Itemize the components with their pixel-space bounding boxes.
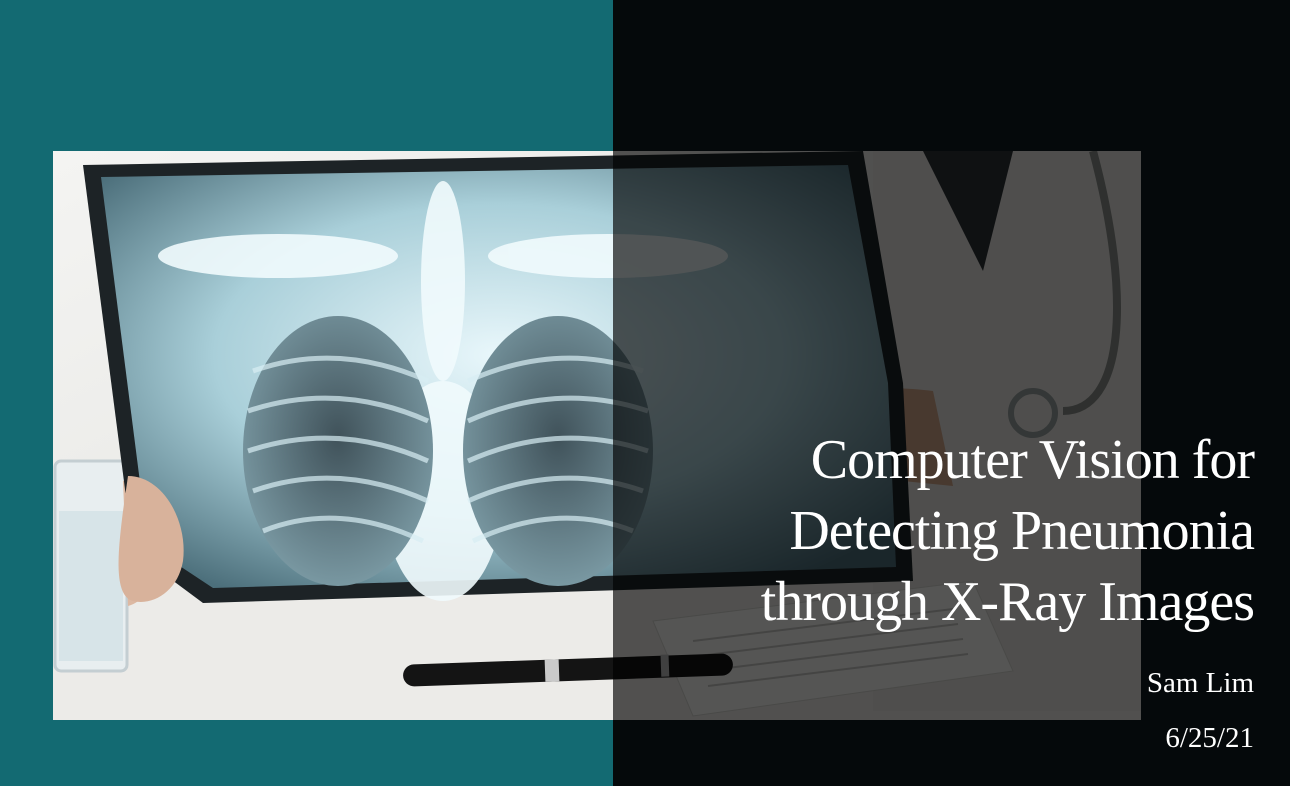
title-block: Computer Vision for Detecting Pneumonia … [654,425,1255,638]
title-line-3: through X-Ray Images [760,571,1255,633]
author-name: Sam Lim [1146,667,1254,699]
presentation-date: 6/25/21 [1165,722,1254,754]
title-line-2: Detecting Pneumonia [789,500,1255,562]
slide-title: Computer Vision for Detecting Pneumonia … [654,425,1255,638]
title-slide: Computer Vision for Detecting Pneumonia … [0,0,1290,786]
title-line-1: Computer Vision for [810,429,1255,491]
